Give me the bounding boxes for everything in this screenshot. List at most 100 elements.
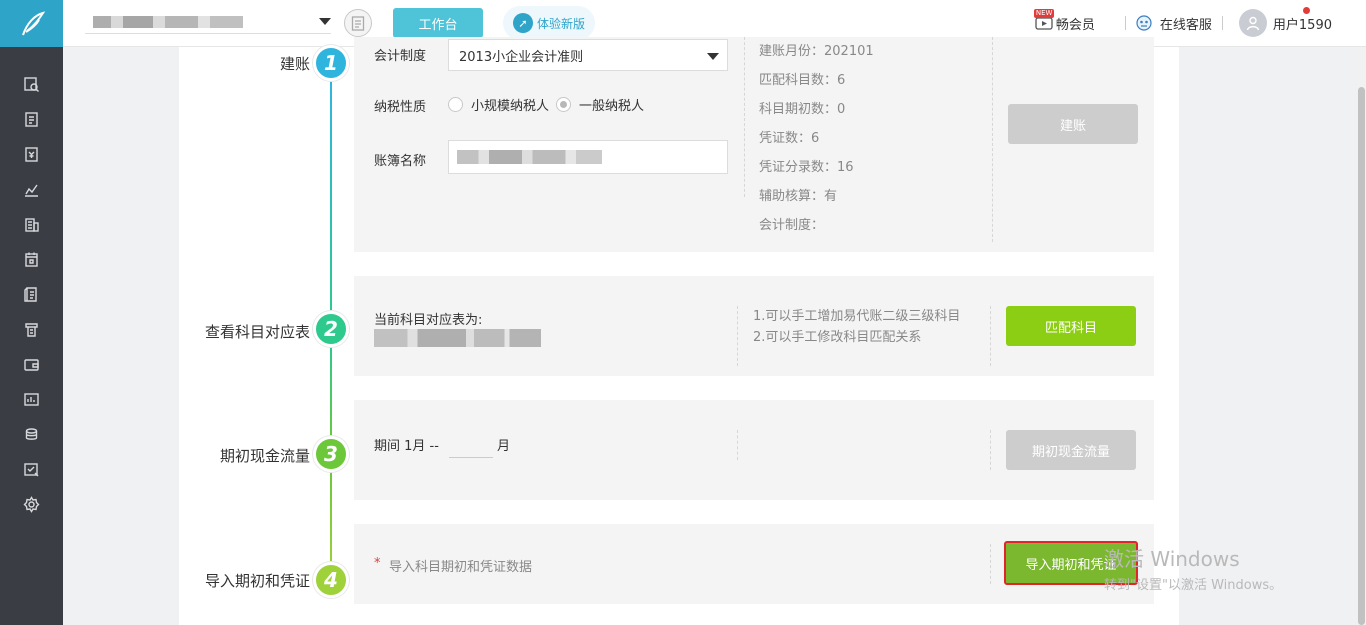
blurred-book-name xyxy=(457,150,602,164)
windows-activation-watermark: 激活 Windows 转到"设置"以激活 Windows。 xyxy=(1104,543,1282,593)
doc-circle-button[interactable] xyxy=(344,9,372,37)
blurred-table-name xyxy=(374,329,541,347)
radio-circle xyxy=(448,97,463,112)
chart-icon[interactable] xyxy=(0,172,63,207)
building-icon[interactable] xyxy=(0,207,63,242)
notification-dot xyxy=(1303,7,1310,14)
timeline-line-2 xyxy=(330,347,332,447)
step-3-circle: 3 xyxy=(313,436,349,472)
coins-icon[interactable] xyxy=(0,417,63,452)
radio-general-taxpayer[interactable]: 一般纳税人 xyxy=(556,95,644,114)
opening-cashflow-button[interactable]: 期初现金流量 xyxy=(1006,430,1136,470)
info-entry-count: 凭证分录数：16 xyxy=(759,160,854,175)
divider xyxy=(744,37,745,197)
radio-circle-selected xyxy=(556,97,571,112)
workbench-button[interactable]: 工作台 xyxy=(393,8,483,38)
company-selector[interactable] xyxy=(85,12,331,34)
import-hint: 导入科目期初和凭证数据 xyxy=(389,560,533,575)
divider xyxy=(990,430,991,470)
step-2-label: 查看科目对应表 xyxy=(204,323,310,341)
clipboard-icon xyxy=(351,16,365,31)
note-line-2: 2.可以手工修改科目匹配关系 xyxy=(753,330,922,345)
divider xyxy=(1221,16,1223,30)
step-1-circle: 1 xyxy=(313,45,349,81)
accounting-system-value: 2013小企业会计准则 xyxy=(459,49,584,65)
info-voucher-count: 凭证数：6 xyxy=(759,131,820,146)
page-scrollbar[interactable] xyxy=(1357,47,1366,625)
timeline-line-1 xyxy=(330,81,332,324)
try-new-label: 体验新版 xyxy=(537,16,586,31)
info-opening-count: 科目期初数：0 xyxy=(759,102,846,117)
step-1-panel: 会计制度 2013小企业会计准则 纳税性质 小规模纳税人 一般纳税人 账簿名称 … xyxy=(354,37,1154,252)
online-service-link[interactable]: 在线客服 xyxy=(1134,14,1212,33)
import-wizard: 建账 1 查看科目对应表 2 期初现金流量 3 导入期初和凭证 4 会计制度 2… xyxy=(179,37,1179,625)
robot-icon xyxy=(1136,15,1152,31)
divider xyxy=(990,306,991,366)
divider xyxy=(990,544,991,584)
ledger-icon[interactable] xyxy=(0,277,63,312)
user-menu[interactable]: 用户1590 xyxy=(1238,7,1332,37)
app-logo[interactable] xyxy=(0,0,63,47)
wallet-icon[interactable] xyxy=(0,347,63,382)
approval-icon[interactable] xyxy=(0,452,63,487)
divider xyxy=(992,37,993,242)
period-end-input[interactable] xyxy=(449,440,493,458)
step-4-panel: * 导入科目期初和凭证数据 导入期初和凭证 xyxy=(354,524,1154,604)
avatar xyxy=(1238,9,1267,37)
info-auxiliary: 辅助核算：有 xyxy=(759,189,838,204)
accounting-system-select[interactable]: 2013小企业会计准则 xyxy=(448,39,728,71)
watermark-subtitle: 转到"设置"以激活 Windows。 xyxy=(1104,578,1283,593)
step-2-panel: 当前科目对应表为: 1.可以手工增加易代账二级三级科目 2.可以手工修改科目匹配… xyxy=(354,276,1154,376)
step-4-label: 导入期初和凭证 xyxy=(204,572,310,590)
step-1-label: 建账 xyxy=(279,55,310,73)
member-label: 畅会员 xyxy=(1055,17,1095,33)
scrollbar-thumb[interactable] xyxy=(1358,87,1365,625)
step-3-panel: 期间 1月 -- 月 期初现金流量 xyxy=(354,400,1154,500)
member-link[interactable]: NEW 畅会员 xyxy=(1033,8,1095,33)
timeline-line-3 xyxy=(330,472,332,572)
search-doc-icon[interactable] xyxy=(0,67,63,102)
radio-general-label: 一般纳税人 xyxy=(579,99,645,114)
period-suffix: 月 xyxy=(497,439,511,454)
info-start-month: 建账月份：202101 xyxy=(759,44,874,59)
try-new-version-button[interactable]: ➚ 体验新版 xyxy=(503,6,595,40)
accounting-system-label: 会计制度 xyxy=(374,49,427,64)
chevron-down-icon xyxy=(707,53,719,60)
invoice-icon[interactable] xyxy=(0,137,63,172)
book-name-label: 账簿名称 xyxy=(374,154,427,169)
new-badge: NEW xyxy=(1033,8,1055,18)
divider xyxy=(737,306,738,366)
report-icon[interactable] xyxy=(0,312,63,347)
create-book-button[interactable]: 建账 xyxy=(1008,104,1138,144)
service-label: 在线客服 xyxy=(1159,17,1212,33)
user-label: 用户1590 xyxy=(1272,17,1332,33)
period-prefix: 期间 1月 -- xyxy=(374,439,439,454)
step-3-label: 期初现金流量 xyxy=(219,447,310,465)
document-icon[interactable] xyxy=(0,102,63,137)
info-matched-accounts: 匹配科目数：6 xyxy=(759,73,846,88)
statement-icon[interactable] xyxy=(0,382,63,417)
required-mark: * xyxy=(374,556,381,571)
watermark-title: 激活 Windows xyxy=(1104,547,1240,571)
rocket-icon: ➚ xyxy=(513,13,533,33)
step-2-circle: 2 xyxy=(313,311,349,347)
radio-small-scale-label: 小规模纳税人 xyxy=(471,99,550,114)
settings-icon[interactable] xyxy=(0,487,63,522)
chevron-down-icon xyxy=(319,18,331,25)
divider xyxy=(737,430,738,460)
tax-nature-label: 纳税性质 xyxy=(374,100,427,115)
feather-logo-icon xyxy=(21,10,45,35)
step-2-notes: 1.可以手工增加易代账二级三级科目 2.可以手工修改科目匹配关系 xyxy=(753,306,978,348)
book-name-input[interactable] xyxy=(448,140,728,174)
calendar-icon[interactable] xyxy=(0,242,63,277)
note-line-1: 1.可以手工增加易代账二级三级科目 xyxy=(753,309,961,324)
match-accounts-button[interactable]: 匹配科目 xyxy=(1006,306,1136,346)
info-accounting-system: 会计制度： xyxy=(759,218,825,233)
current-table-label: 当前科目对应表为: xyxy=(374,313,483,328)
radio-small-scale[interactable]: 小规模纳税人 xyxy=(448,95,549,114)
sidebar xyxy=(0,0,63,625)
user-icon xyxy=(1246,16,1260,31)
blurred-company-name xyxy=(93,16,243,28)
divider xyxy=(1124,16,1126,30)
step-4-circle: 4 xyxy=(313,562,349,598)
